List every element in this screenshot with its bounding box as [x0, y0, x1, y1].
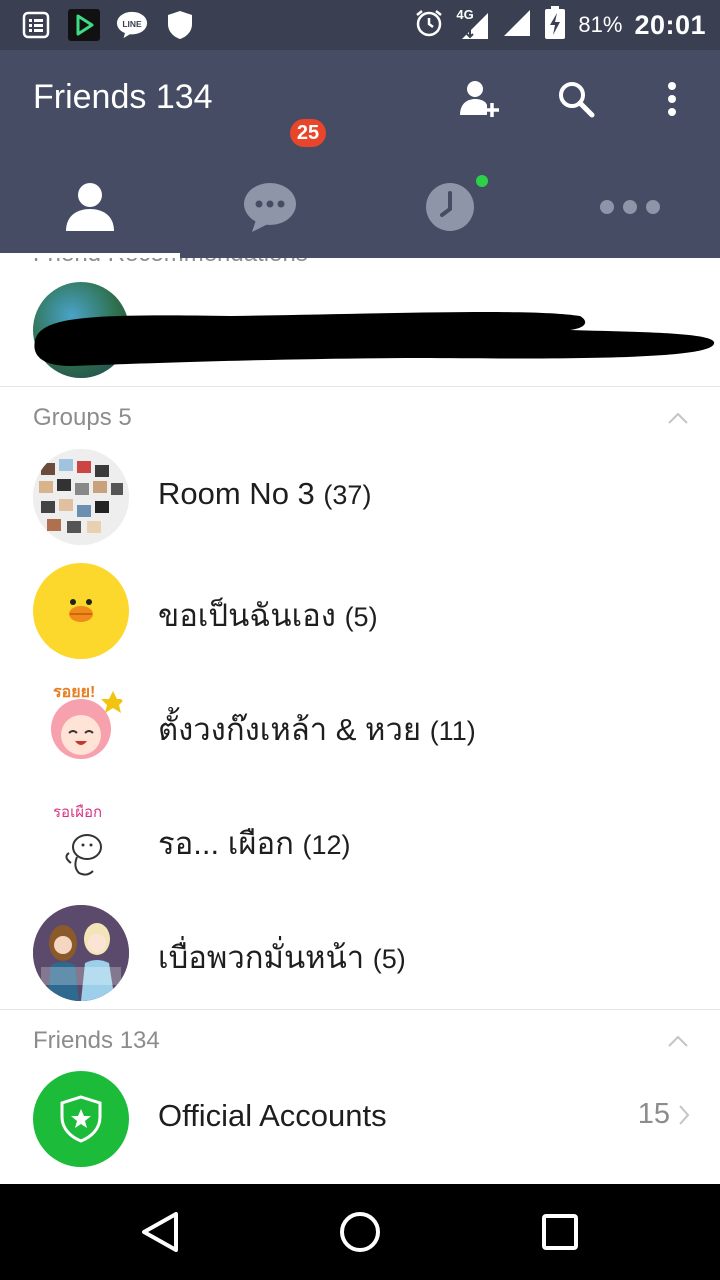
notification-icons: LINE: [20, 9, 196, 41]
battery-percent: 81%: [578, 12, 623, 37]
member-count: (12): [302, 830, 351, 860]
unread-badge: 25: [288, 117, 328, 149]
battery-charging-icon: [544, 5, 566, 45]
add-friend-button[interactable]: [456, 76, 502, 122]
home-circle-icon: [340, 1212, 380, 1252]
signal-icon: [502, 8, 532, 43]
official-accounts-row[interactable]: Official Accounts 15: [0, 1062, 720, 1176]
svg-text:รอยย!: รอยย!: [53, 684, 95, 701]
frozen-image: [33, 905, 129, 1001]
group-row-waiting[interactable]: รอเผือก รอ... เผือก (12): [0, 782, 720, 896]
tab-friends[interactable]: [0, 155, 180, 258]
chevron-right-icon: [679, 1104, 690, 1125]
home-button[interactable]: [336, 1208, 384, 1256]
sally-face-icon: [69, 599, 93, 622]
waiting-character-sticker: รอเผือก: [53, 803, 102, 876]
member-count: (5): [344, 602, 378, 632]
app-bar: Friends 134: [0, 50, 720, 258]
play-store-icon: [68, 9, 100, 41]
back-button[interactable]: [136, 1208, 184, 1256]
list-icon: [20, 9, 52, 41]
group-photo-collage: [33, 449, 129, 545]
search-icon: [559, 82, 595, 118]
clock-icon: [426, 182, 474, 231]
group-name: เบื่อพวกมั่นหน้า (5): [158, 932, 406, 982]
page-title: Friends 134: [33, 78, 213, 116]
chevron-up-icon: [668, 412, 688, 424]
avatar: รอยย!: [33, 677, 129, 773]
member-count: (5): [372, 944, 406, 974]
tab-chats[interactable]: [180, 155, 360, 258]
groups-header-label: Groups 5: [33, 404, 132, 431]
avatar: [33, 1071, 129, 1167]
official-accounts-label: Official Accounts: [158, 1098, 387, 1133]
divider: [0, 386, 720, 387]
recents-button[interactable]: [536, 1208, 584, 1256]
friends-header-label: Friends 134: [33, 1027, 160, 1054]
chevron-up-icon: [668, 1035, 688, 1047]
count-value: 15: [637, 1098, 670, 1130]
group-row-sally[interactable]: ขอเป็นฉันเอง (5): [0, 554, 720, 668]
status-bar: LINE 4G 81% 20:01: [0, 0, 720, 50]
group-name: รอ... เผือก (12): [158, 818, 351, 868]
recents-square-icon: [542, 1214, 578, 1250]
avatar: [33, 905, 129, 1001]
group-title: รอ... เผือก: [158, 826, 303, 861]
network-4g-icon: 4G: [456, 7, 490, 41]
clock-time: 20:01: [634, 9, 706, 40]
new-activity-dot: [476, 175, 488, 187]
more-options-button[interactable]: [649, 76, 695, 122]
svg-text:รอเผือก: รอเผือก: [53, 803, 102, 821]
divider: [0, 1009, 720, 1010]
tab-bar: [0, 155, 720, 258]
group-name: Room No 3 (37): [158, 476, 371, 512]
more-vert-icon: [668, 82, 676, 116]
avatar: รอเผือก: [33, 791, 129, 887]
redaction-mark: [34, 311, 715, 366]
group-row-room-no-3[interactable]: Room No 3 (37): [0, 440, 720, 554]
shield-icon: [164, 9, 196, 41]
group-title: เบื่อพวกมั่นหน้า: [158, 940, 373, 975]
line-icon: LINE: [116, 9, 148, 41]
alarm-icon: [414, 8, 444, 43]
tab-timeline[interactable]: [360, 155, 540, 258]
avatar: [33, 563, 129, 659]
svg-text:LINE: LINE: [122, 19, 142, 29]
person-icon: [66, 182, 114, 231]
search-button[interactable]: [553, 76, 599, 122]
group-row-bored[interactable]: เบื่อพวกมั่นหน้า (5): [0, 896, 720, 1010]
back-triangle-icon: [142, 1212, 178, 1252]
add-friend-icon: [460, 81, 499, 117]
official-accounts-count: 15: [638, 1098, 690, 1131]
group-title: ตั้งวงก๊งเหล้า & หวย: [158, 712, 422, 747]
system-icons: 4G 81% 20:01: [414, 5, 706, 45]
system-navigation-bar: [0, 1184, 720, 1280]
more-horiz-icon: [600, 199, 660, 214]
friends-list[interactable]: Friend Recommendations Groups 5 Room No …: [0, 258, 720, 1184]
member-count: (11): [429, 716, 476, 746]
cartoon-girl-sticker: รอยย!: [51, 684, 125, 759]
group-row-party[interactable]: รอยย! ตั้งวงก๊งเหล้า & หวย (11): [0, 668, 720, 782]
official-shield-icon: [60, 1095, 102, 1143]
chat-icon: [244, 182, 296, 232]
avatar: [33, 449, 129, 545]
group-title: Room No 3: [158, 476, 315, 511]
group-name: ตั้งวงก๊งเหล้า & หวย (11): [158, 704, 476, 754]
group-title: ขอเป็นฉันเอง: [158, 598, 336, 633]
tab-more[interactable]: [540, 155, 720, 258]
member-count: (37): [323, 480, 372, 510]
group-name: ขอเป็นฉันเอง (5): [158, 590, 378, 640]
recommendations-header: Friend Recommendations: [33, 258, 308, 268]
recommended-friend-row[interactable]: [0, 282, 720, 386]
